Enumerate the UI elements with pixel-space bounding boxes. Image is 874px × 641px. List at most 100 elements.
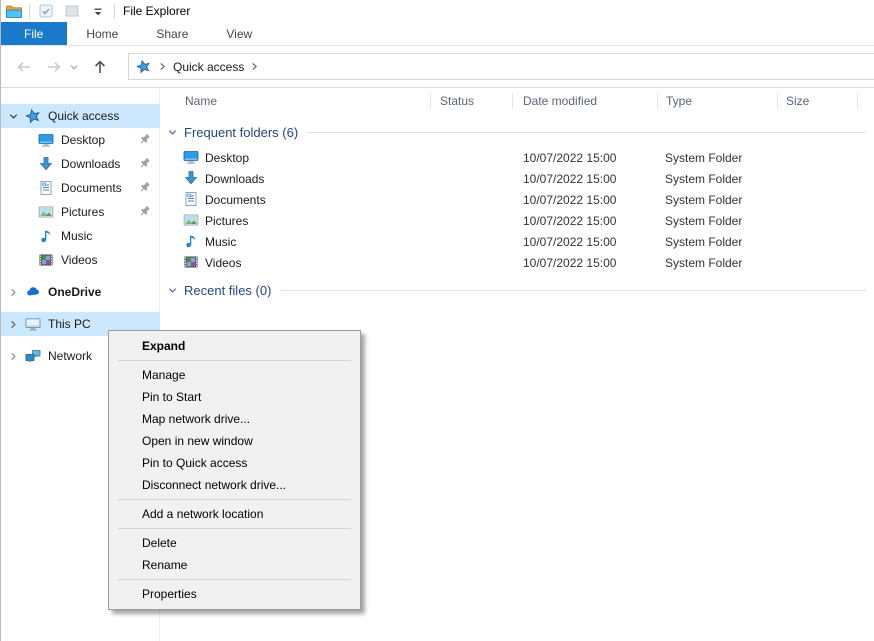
forward-arrow-icon[interactable] [42, 55, 66, 79]
tab-share[interactable]: Share [137, 22, 207, 45]
file-date-modified: 10/07/2022 15:00 [523, 151, 616, 165]
file-date-modified: 10/07/2022 15:00 [523, 256, 616, 270]
group-header-rule [281, 290, 866, 291]
qat-separator [29, 4, 30, 18]
tab-home[interactable]: Home [67, 22, 137, 45]
file-date-modified: 10/07/2022 15:00 [523, 172, 616, 186]
desktop-icon [38, 132, 54, 148]
file-name: Documents [205, 193, 266, 207]
column-separator[interactable] [777, 93, 778, 109]
chevron-down-icon[interactable] [5, 111, 21, 122]
menu-separator [118, 528, 351, 529]
context-menu-item-open-in-new-window[interactable]: Open in new window [109, 430, 360, 452]
context-menu-item-properties[interactable]: Properties [109, 583, 360, 605]
sidebar-item-label: Quick access [48, 109, 119, 123]
file-type: System Folder [665, 256, 742, 270]
chevron-down-icon [167, 127, 178, 138]
sidebar-item-documents[interactable]: Documents [0, 176, 160, 200]
breadcrumb-quick-access[interactable]: Quick access [173, 60, 244, 74]
properties-icon[interactable] [36, 1, 56, 21]
file-row-pictures[interactable]: Pictures 10/07/2022 15:00 System Folder [161, 210, 874, 231]
pin-icon [137, 132, 152, 147]
sidebar-item-quick-access[interactable]: Quick access [0, 104, 160, 128]
network-icon [25, 348, 41, 364]
context-menu-item-delete[interactable]: Delete [109, 532, 360, 554]
chevron-down-icon [167, 285, 178, 296]
navigation-toolbar: Quick access [0, 46, 874, 88]
column-header-name[interactable]: Name [185, 89, 217, 113]
column-header-type[interactable]: Type [666, 89, 692, 113]
context-menu-item-pin-to-start[interactable]: Pin to Start [109, 386, 360, 408]
videos-icon [38, 252, 54, 268]
chevron-right-icon[interactable] [5, 351, 21, 362]
file-type: System Folder [665, 151, 742, 165]
sidebar-item-onedrive[interactable]: OneDrive [0, 280, 160, 304]
file-date-modified: 10/07/2022 15:00 [523, 235, 616, 249]
file-row-downloads[interactable]: Downloads 10/07/2022 15:00 System Folder [161, 168, 874, 189]
column-separator[interactable] [430, 93, 431, 109]
column-header-status[interactable]: Status [440, 89, 474, 113]
file-date-modified: 10/07/2022 15:00 [523, 193, 616, 207]
sidebar-item-label: OneDrive [48, 285, 101, 299]
qat-dropdown-icon[interactable] [88, 1, 108, 21]
sidebar-item-label: Pictures [61, 205, 104, 219]
column-separator[interactable] [512, 93, 513, 109]
address-bar[interactable]: Quick access [128, 53, 874, 80]
context-menu-item-manage[interactable]: Manage [109, 364, 360, 386]
sidebar-item-label: This PC [48, 317, 91, 331]
back-arrow-icon[interactable] [12, 55, 36, 79]
pictures-icon [38, 204, 54, 220]
tab-view[interactable]: View [207, 22, 271, 45]
file-name: Pictures [205, 214, 248, 228]
up-arrow-icon[interactable] [88, 55, 112, 79]
context-menu-item-pin-to-quick-access[interactable]: Pin to Quick access [109, 452, 360, 474]
column-separator[interactable] [657, 93, 658, 109]
chevron-right-icon[interactable] [5, 287, 21, 298]
sidebar-item-music[interactable]: Music [0, 224, 160, 248]
sidebar-item-videos[interactable]: Videos [0, 248, 160, 272]
group-header-rule [308, 132, 866, 133]
file-name: Videos [205, 256, 241, 270]
context-menu-item-disconnect-network-drive[interactable]: Disconnect network drive... [109, 474, 360, 496]
context-menu-item-rename[interactable]: Rename [109, 554, 360, 576]
group-header-label: Recent files (0) [184, 283, 271, 298]
file-name: Downloads [205, 172, 264, 186]
pin-icon [137, 156, 152, 171]
context-menu-item-expand[interactable]: Expand [109, 335, 360, 357]
column-header-size[interactable]: Size [786, 89, 809, 113]
sidebar-item-downloads[interactable]: Downloads [0, 152, 160, 176]
tab-file[interactable]: File [0, 22, 67, 45]
quick-access-star-icon [136, 59, 152, 75]
file-explorer-logo-icon [5, 2, 23, 20]
column-separator[interactable] [857, 93, 858, 109]
file-row-desktop[interactable]: Desktop 10/07/2022 15:00 System Folder [161, 147, 874, 168]
breadcrumb-chevron-icon[interactable] [159, 62, 166, 71]
column-header-date-modified[interactable]: Date modified [523, 89, 597, 113]
chevron-right-icon[interactable] [5, 319, 21, 330]
file-row-music[interactable]: Music 10/07/2022 15:00 System Folder [161, 231, 874, 252]
group-header-frequent-folders[interactable]: Frequent folders (6) [167, 122, 866, 142]
file-row-videos[interactable]: Videos 10/07/2022 15:00 System Folder [161, 252, 874, 273]
file-type: System Folder [665, 193, 742, 207]
title-separator [114, 4, 115, 18]
this-pc-icon [25, 316, 41, 332]
downloads-icon [183, 170, 199, 186]
window-title: File Explorer [123, 4, 190, 18]
context-menu-item-map-network-drive[interactable]: Map network drive... [109, 408, 360, 430]
new-folder-icon[interactable] [62, 1, 82, 21]
sidebar-item-pictures[interactable]: Pictures [0, 200, 160, 224]
sidebar-item-desktop[interactable]: Desktop [0, 128, 160, 152]
music-icon [183, 233, 199, 249]
downloads-icon [38, 156, 54, 172]
file-type: System Folder [665, 235, 742, 249]
sidebar-item-label: Videos [61, 253, 97, 267]
breadcrumb-chevron-icon[interactable] [251, 62, 258, 71]
recent-locations-icon[interactable] [66, 55, 82, 79]
file-row-documents[interactable]: Documents 10/07/2022 15:00 System Folder [161, 189, 874, 210]
context-menu-item-add-a-network-location[interactable]: Add a network location [109, 503, 360, 525]
file-name: Desktop [205, 151, 249, 165]
desktop-icon [183, 149, 199, 165]
group-header-recent-files[interactable]: Recent files (0) [167, 280, 866, 300]
sidebar-item-label: Desktop [61, 133, 105, 147]
group-header-label: Frequent folders (6) [184, 125, 298, 140]
